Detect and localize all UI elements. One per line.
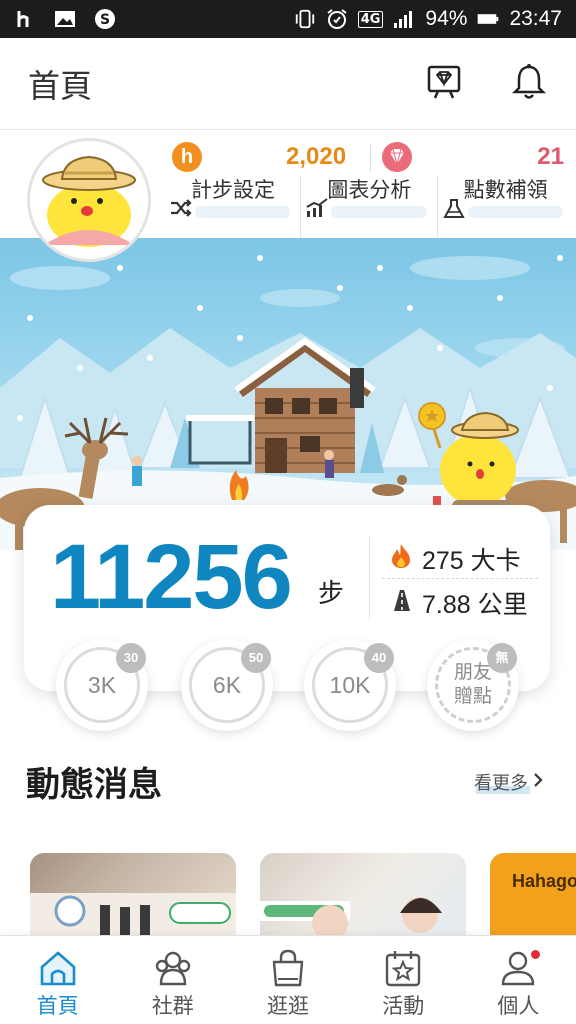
app-header: 首頁 — [0, 38, 576, 130]
tab-profile[interactable]: 個人 — [461, 936, 576, 1024]
profile-section: h 2,020 21 計步設定 圖表分析 點數補領 — [0, 130, 576, 262]
home-icon — [38, 948, 78, 988]
banner-scene — [0, 255, 576, 550]
shopping-bag-icon — [268, 948, 308, 988]
milestone-3k[interactable]: 3K 30 — [56, 639, 148, 731]
tool-chart-analysis[interactable]: 圖表分析 — [300, 176, 436, 238]
milestone-friend-gift[interactable]: 朋友 贈點 無 — [427, 639, 519, 731]
news-card-image — [260, 897, 442, 935]
tools-row: 計步設定 圖表分析 點數補領 — [165, 176, 573, 238]
diamond-board-icon[interactable] — [426, 64, 462, 104]
news-card-brand: Hahago — [512, 871, 576, 891]
notification-dot — [528, 948, 542, 961]
milestone-badge: 無 — [487, 643, 517, 673]
shuffle-icon — [169, 198, 193, 218]
clock: 23:47 — [509, 7, 562, 30]
chevron-right-icon — [532, 772, 544, 793]
milestone-badge: 40 — [364, 643, 394, 673]
status-bar: S 4G 94% 23:47 — [0, 0, 576, 38]
road-icon — [390, 588, 412, 619]
h-icon — [14, 8, 36, 30]
step-unit: 步 — [318, 579, 345, 609]
tab-community[interactable]: 社群 — [115, 936, 230, 1024]
tab-label: 社群 — [151, 994, 194, 1018]
gem-icon — [382, 142, 412, 172]
image-icon — [54, 8, 76, 30]
divider — [369, 537, 370, 619]
tool-label: 點數補領 — [463, 178, 548, 202]
tab-events[interactable]: 活動 — [346, 936, 461, 1024]
tab-home[interactable]: 首頁 — [0, 936, 115, 1024]
gem-points: 21 — [537, 143, 564, 170]
chart-icon — [305, 198, 329, 218]
news-card[interactable]: Hahago — [490, 853, 576, 935]
tool-label: 圖表分析 — [327, 178, 412, 202]
flask-icon — [442, 198, 466, 218]
signal-icon — [393, 8, 415, 30]
distance-row: 7.88 公里 — [390, 585, 528, 621]
tab-label: 逛逛 — [267, 994, 309, 1018]
divider — [370, 144, 371, 172]
tool-label: 計步設定 — [191, 178, 275, 202]
tab-browse[interactable]: 逛逛 — [230, 936, 345, 1024]
tab-label: 活動 — [382, 994, 425, 1018]
winter-banner-illustration — [0, 238, 576, 550]
s-icon: S — [94, 8, 116, 30]
calories-value: 275 大卡 — [422, 547, 521, 575]
page-title: 首頁 — [28, 66, 93, 105]
news-card-image — [30, 893, 236, 935]
tool-underline — [331, 206, 427, 218]
calendar-star-icon — [383, 948, 423, 988]
coin-icon: h — [172, 142, 202, 172]
network-type: 4G — [357, 10, 384, 28]
flame-icon — [390, 543, 412, 576]
milestone-10k[interactable]: 10K 40 — [304, 639, 396, 731]
see-more-label: 看更多 — [474, 773, 528, 794]
step-count: 11256 — [50, 526, 293, 628]
distance-value: 7.88 公里 — [422, 591, 528, 619]
tab-label: 個人 — [497, 994, 540, 1018]
tab-label: 首頁 — [36, 994, 79, 1018]
vibrate-icon — [294, 8, 316, 30]
calories-row: 275 大卡 — [390, 541, 521, 577]
alarm-icon — [326, 8, 348, 30]
news-card[interactable] — [260, 853, 466, 935]
milestone-badge: 30 — [116, 643, 146, 673]
coin-points: 2,020 — [286, 143, 347, 170]
tool-underline — [467, 206, 563, 218]
battery-icon — [477, 8, 499, 30]
svg-text:S: S — [100, 12, 110, 28]
news-card[interactable] — [30, 853, 236, 935]
tool-underline — [195, 206, 291, 218]
tool-points-claim[interactable]: 點數補領 — [436, 176, 573, 238]
points-row: h 2,020 21 — [170, 140, 570, 174]
divider — [382, 578, 538, 579]
milestone-6k[interactable]: 6K 50 — [181, 639, 273, 731]
milestone-badge: 50 — [241, 643, 271, 673]
bell-icon[interactable] — [510, 63, 548, 105]
community-icon — [153, 948, 193, 988]
see-more-link[interactable]: 看更多 — [474, 769, 544, 795]
avatar[interactable] — [27, 138, 151, 262]
news-section-title: 動態消息 — [26, 765, 162, 805]
battery-percent: 94% — [425, 7, 468, 30]
tool-step-settings[interactable]: 計步設定 — [165, 176, 300, 238]
milestone-label-line1: 朋友 — [453, 662, 492, 683]
milestone-label-line2: 贈點 — [453, 686, 492, 707]
bottom-tab-bar: 首頁 社群 逛逛 活動 個人 — [0, 935, 576, 1024]
